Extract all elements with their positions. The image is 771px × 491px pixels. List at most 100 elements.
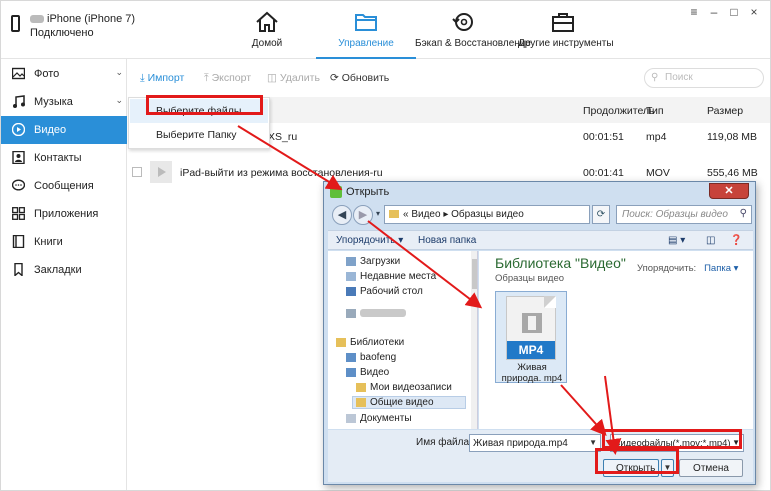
export-icon: ⤒ [204, 72, 209, 84]
col-duration[interactable]: Продолжитель [583, 105, 655, 117]
computer-icon [346, 308, 356, 318]
tree-scrollbar[interactable] [471, 251, 477, 429]
export-button[interactable]: ⤒ Экспорт [204, 72, 251, 85]
tree-item-label: Библиотеки [350, 337, 405, 348]
sidebar-item-music[interactable]: Музыка ⌄ [1, 88, 127, 116]
cancel-button-label: Отмена [693, 463, 729, 474]
filename-field[interactable]: Живая природа.mp4 ▼ [469, 434, 601, 452]
sidebar-item-photo[interactable]: Фото ⌄ [1, 60, 127, 88]
delete-button[interactable]: ◫ Удалить [267, 72, 320, 84]
dialog-close-button[interactable]: ✕ [709, 183, 749, 199]
row-checkbox[interactable] [132, 167, 142, 177]
tree-item-libraries[interactable]: Библиотеки [336, 337, 404, 348]
sidebar-item-label: Книги [34, 236, 63, 248]
sidebar-item-books[interactable]: Книги [1, 228, 127, 256]
annotation-highlight [146, 95, 263, 115]
view-options-icon[interactable]: ▤ ▾ [668, 235, 685, 246]
page-fold [544, 296, 556, 308]
dialog-search-input[interactable]: Поиск: Образцы видео ⚲ [616, 205, 752, 224]
file-list-pane: Библиотека "Видео" Образцы видео Упорядо… [479, 251, 753, 429]
row-type: mp4 [646, 131, 667, 143]
close-icon[interactable]: × [744, 5, 764, 19]
annotation-highlight [602, 429, 742, 449]
search-placeholder: Поиск [665, 72, 693, 83]
tree-item-label: Документы [360, 413, 412, 424]
tree-item-video[interactable]: Видео [346, 367, 389, 378]
tree-item-recent[interactable]: Недавние места [346, 271, 436, 282]
tab-home-label: Домой [251, 38, 283, 49]
history-dropdown[interactable]: ▾ [373, 205, 383, 225]
menu-item-select-folder[interactable]: Выберите Папку [156, 129, 236, 141]
arrange-by[interactable]: Упорядочить: Папка ▾ [637, 263, 738, 274]
back-button[interactable]: ◀ [332, 205, 352, 225]
downloads-icon [346, 256, 356, 266]
top-header: iPhone (iPhone 7) Подключено Домой Управ… [1, 1, 770, 59]
row-name: XS_ru [268, 131, 298, 143]
redacted-name [30, 15, 44, 24]
file-type-badge: MP4 [507, 341, 555, 359]
books-icon [12, 235, 25, 248]
window-controls: ≡ – □ × [684, 5, 764, 19]
file-item[interactable]: MP4 Живая природа. mp4 [495, 291, 567, 384]
arrange-value: Папка ▾ [704, 263, 739, 274]
tree-item-blurred[interactable] [346, 308, 406, 319]
refresh-label: Обновить [341, 72, 390, 84]
sidebar-item-label: Видео [34, 124, 67, 136]
col-size[interactable]: Размер [707, 105, 743, 117]
sidebar-item-contacts[interactable]: Контакты [1, 144, 127, 172]
tab-home[interactable]: Домой [237, 1, 297, 59]
tree-item-my-videos[interactable]: Мои видеозаписи [356, 382, 452, 393]
sidebar-item-messages[interactable]: Сообщения [1, 172, 127, 200]
refresh-button[interactable]: ⟳ Обновить [330, 72, 389, 84]
refresh-icon[interactable]: ⟳ [592, 205, 610, 224]
tree-item-desktop[interactable]: Рабочий стол [346, 286, 423, 297]
sidebar-item-label: Музыка [34, 96, 73, 108]
sidebar-item-apps[interactable]: Приложения [1, 200, 127, 228]
tree-item-downloads[interactable]: Загрузки [346, 256, 400, 267]
apps-icon [12, 207, 25, 220]
new-folder-button[interactable]: Новая папка [418, 235, 476, 246]
path-field[interactable]: « Видео ▸ Образцы видео [384, 205, 590, 224]
cancel-button[interactable]: Отмена [679, 459, 743, 477]
app-icon [330, 186, 342, 199]
import-button[interactable]: ⤓ Импорт [140, 72, 184, 85]
library-icon [346, 352, 356, 362]
file-name: Живая природа. mp4 [501, 362, 563, 384]
bookmarks-icon [14, 263, 23, 276]
tree-item-label: Рабочий стол [360, 286, 423, 297]
search-icon: ⚲ [651, 72, 659, 83]
menu-icon[interactable]: ≡ [684, 5, 704, 19]
sidebar-item-label: Контакты [34, 152, 82, 164]
toolbar: ⤓ Импорт ⤒ Экспорт ◫ Удалить ⟳ Обновить … [128, 59, 770, 95]
tree-item-public-videos[interactable]: Общие видео [352, 396, 466, 409]
help-icon[interactable]: ❓ [730, 235, 742, 246]
tab-backup[interactable]: Бэкап & Восстановление [415, 1, 531, 59]
library-subtitle: Образцы видео [495, 273, 565, 284]
folder-icon [389, 210, 399, 219]
tab-manage[interactable]: Управление [316, 1, 416, 59]
filename-value: Живая природа.mp4 [473, 438, 568, 449]
folder-icon [356, 397, 366, 407]
search-input[interactable]: ⚲ Поиск [644, 68, 764, 88]
tree-item-label: Недавние места [360, 271, 437, 282]
tree-item-label: Мои видеозаписи [370, 382, 452, 393]
organize-button[interactable]: Упорядочить ▾ [336, 235, 403, 246]
forward-button[interactable]: ▶ [353, 205, 373, 225]
row-duration: 00:01:41 [583, 167, 624, 179]
tab-tools[interactable]: Другие инструменты [518, 1, 614, 59]
tree-item-documents[interactable]: Документы [346, 413, 412, 424]
col-type[interactable]: Тип [646, 105, 664, 117]
tab-tools-label: Другие инструменты [518, 38, 614, 49]
scrollbar-thumb[interactable] [472, 259, 477, 289]
device-status: Подключено [30, 27, 94, 39]
row-type: MOV [646, 167, 670, 179]
preview-pane-icon[interactable]: ◫ [706, 235, 715, 246]
sidebar-item-label: Сообщения [34, 180, 94, 192]
chevron-down-icon[interactable]: ▼ [589, 438, 597, 447]
maximize-icon[interactable]: □ [724, 5, 744, 19]
sidebar-item-video[interactable]: Видео [1, 116, 127, 144]
documents-icon [346, 413, 356, 423]
minimize-icon[interactable]: – [704, 5, 724, 19]
sidebar-item-bookmarks[interactable]: Закладки [1, 256, 127, 284]
tree-item-baofeng[interactable]: baofeng [346, 352, 396, 363]
